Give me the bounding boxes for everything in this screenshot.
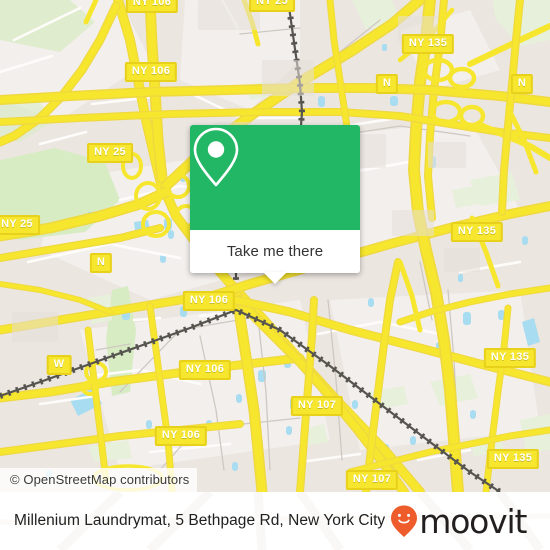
- route-shield: NY 106: [154, 426, 208, 446]
- route-shield: NY 107: [290, 396, 344, 416]
- route-shield: NY 135: [486, 449, 540, 469]
- route-shield: N: [89, 253, 113, 273]
- footer-bar: Millenium Laundrymat, 5 Bethpage Rd, New…: [0, 492, 550, 550]
- moovit-pin-icon: [389, 504, 419, 538]
- route-shield: NY 135: [401, 34, 455, 54]
- route-shield: NY 25: [87, 143, 133, 163]
- popup-cta-label: Take me there: [226, 243, 324, 260]
- route-shield: NY 135: [450, 222, 504, 242]
- route-shield: NY 25: [249, 0, 295, 12]
- popup-cta[interactable]: Take me there: [190, 230, 360, 284]
- popup-tail: [263, 272, 287, 284]
- route-shield: NY 106: [125, 0, 179, 13]
- footer-content: Millenium Laundrymat, 5 Bethpage Rd, New…: [0, 504, 550, 538]
- place-address: Millenium Laundrymat, 5 Bethpage Rd, New…: [14, 512, 386, 529]
- moovit-map-screenshot: .wtr{fill:#a8dcf0} .prk{fill:#d8ecc4} .p…: [0, 0, 550, 550]
- route-shield: NY 106: [182, 291, 236, 311]
- osm-attribution[interactable]: © OpenStreetMap contributors: [0, 468, 198, 492]
- route-shield: NY 25: [0, 215, 40, 235]
- route-shield: N: [510, 74, 534, 94]
- route-shield: N: [375, 74, 399, 94]
- moovit-wordmark: moovit: [419, 501, 527, 541]
- route-shield: NY 135: [483, 348, 537, 368]
- popup-header: [190, 125, 360, 230]
- moovit-logo[interactable]: moovit: [389, 501, 527, 541]
- map-canvas[interactable]: .wtr{fill:#a8dcf0} .prk{fill:#d8ecc4} .p…: [0, 0, 550, 492]
- route-shield: NY 106: [178, 360, 232, 380]
- route-shield: NY 106: [124, 62, 178, 82]
- location-popup-card[interactable]: Take me there: [190, 125, 360, 284]
- route-shield: W: [46, 355, 72, 375]
- route-shield: NY 107: [345, 470, 399, 490]
